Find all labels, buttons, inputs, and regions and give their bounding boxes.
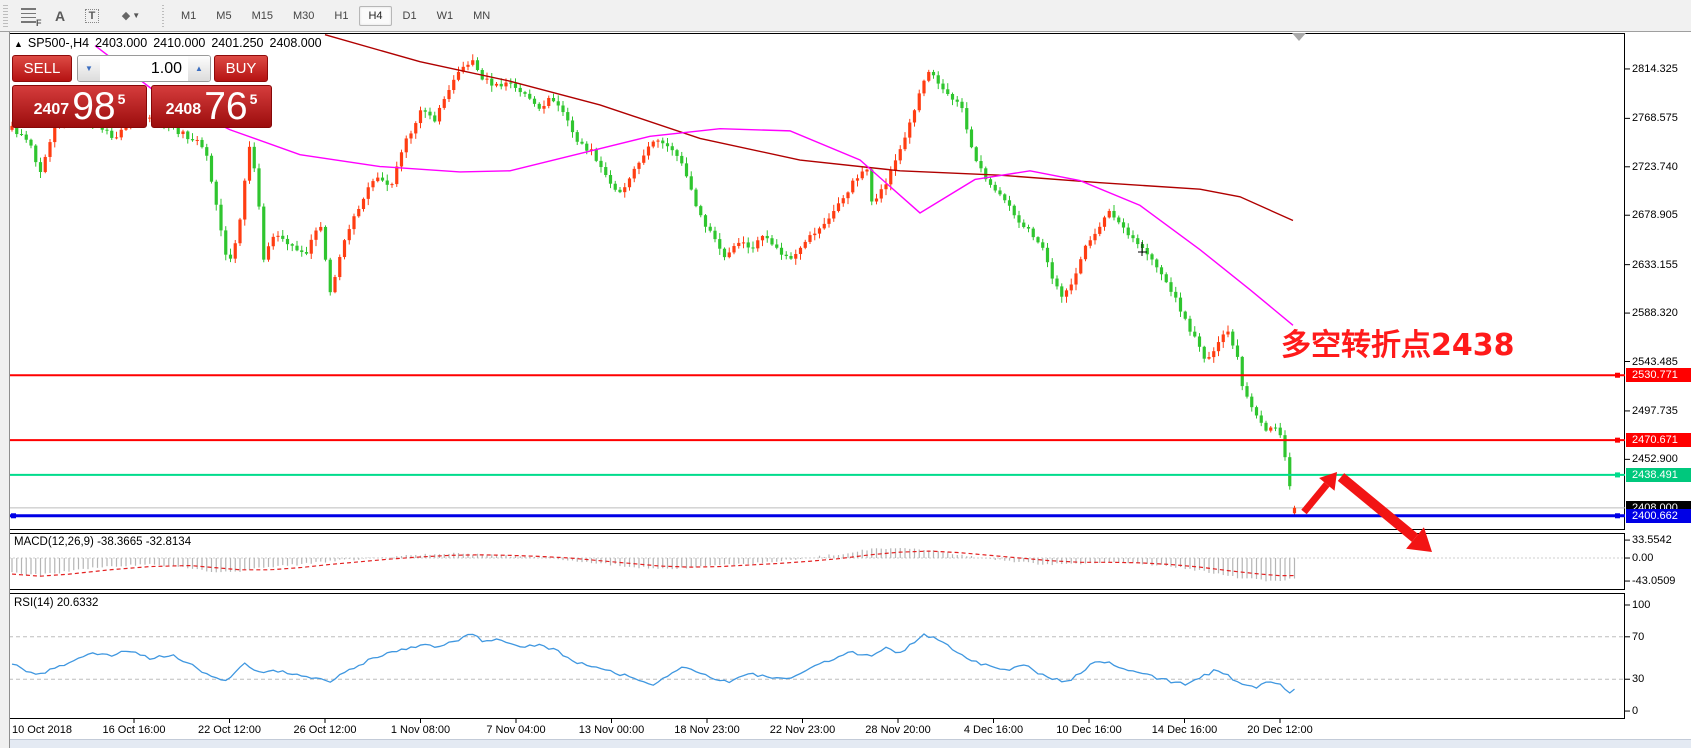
time-tick-label: 22 Oct 12:00 bbox=[198, 724, 261, 736]
one-click-trade-panel: SELL ▼ ▲ BUY 2407 98 5 2408 76 5 bbox=[12, 55, 274, 128]
macd-signal-value: -32.8134 bbox=[146, 536, 191, 548]
arrows-tool-icon[interactable]: ◆▼ bbox=[111, 4, 151, 28]
rsi-pane[interactable] bbox=[9, 634, 1625, 693]
macd-value: -38.3665 bbox=[97, 536, 142, 548]
price-tick: 2678.905 bbox=[1632, 209, 1678, 221]
price-tick: 2588.320 bbox=[1632, 307, 1678, 319]
price-badge: 2530.771 bbox=[1626, 368, 1691, 382]
window-footer-strip bbox=[0, 739, 1691, 748]
toolbar: F A T ◆▼ M1M5M15M30H1H4D1W1MN bbox=[0, 0, 1691, 32]
text-label-tool-icon[interactable]: A bbox=[47, 4, 73, 28]
trading-terminal-window: F A T ◆▼ M1M5M15M30H1H4D1W1MN ▲ SP500-,H4… bbox=[0, 0, 1691, 748]
timeframe-button-w1[interactable]: W1 bbox=[428, 6, 463, 26]
timeframe-button-d1[interactable]: D1 bbox=[394, 6, 426, 26]
chevron-down-icon: ▼ bbox=[132, 11, 140, 20]
bid-pipette: 5 bbox=[118, 91, 126, 107]
horizontal-line-2400.662[interactable] bbox=[9, 513, 1625, 518]
timeframe-button-m30[interactable]: M30 bbox=[284, 6, 323, 26]
sell-price-button[interactable]: 2407 98 5 bbox=[12, 85, 147, 128]
bid-pips: 98 bbox=[72, 89, 115, 125]
timeframe-button-m1[interactable]: M1 bbox=[172, 6, 205, 26]
low-value: 2401.250 bbox=[211, 36, 263, 50]
price-tick: 2768.575 bbox=[1632, 112, 1678, 124]
rsi-label: RSI(14) 20.6332 bbox=[14, 597, 98, 609]
volume-decrease-button[interactable]: ▼ bbox=[78, 56, 100, 81]
bid-integer: 2407 bbox=[34, 101, 70, 119]
price-tick: 2633.155 bbox=[1632, 259, 1678, 271]
rsi-axis-tick: 100 bbox=[1632, 599, 1650, 611]
time-tick-label: 4 Dec 16:00 bbox=[964, 724, 1023, 736]
rsi-value: 20.6332 bbox=[57, 597, 99, 609]
collapse-panel-icon[interactable]: ▲ bbox=[14, 39, 23, 49]
price-badge: 2400.662 bbox=[1626, 509, 1691, 523]
horizontal-line-2530.771[interactable] bbox=[9, 373, 1625, 378]
price-tick: 2543.485 bbox=[1632, 356, 1678, 368]
ask-integer: 2408 bbox=[166, 101, 202, 119]
timeframe-button-m15[interactable]: M15 bbox=[243, 6, 282, 26]
ask-pipette: 5 bbox=[250, 91, 258, 107]
timeframe-button-h4[interactable]: H4 bbox=[359, 6, 391, 26]
macd-axis-tick: 33.5542 bbox=[1632, 534, 1672, 546]
time-tick-label: 1 Nov 08:00 bbox=[391, 724, 450, 736]
price-badge: 2470.671 bbox=[1626, 433, 1691, 447]
price-tick: 2723.740 bbox=[1632, 161, 1678, 173]
rsi-axis-tick: 0 bbox=[1632, 705, 1638, 717]
time-tick-label: 26 Oct 12:00 bbox=[294, 724, 357, 736]
volume-input[interactable] bbox=[100, 56, 188, 81]
chart-header: ▲ SP500-,H4 2403.000 2410.000 2401.250 2408.0… bbox=[14, 36, 328, 50]
volume-stepper: ▼ ▲ bbox=[77, 55, 211, 82]
price-tick: 2814.325 bbox=[1632, 63, 1678, 75]
ask-pips: 76 bbox=[204, 89, 247, 125]
high-value: 2410.000 bbox=[153, 36, 205, 50]
time-tick-label: 20 Dec 12:00 bbox=[1247, 724, 1312, 736]
horizontal-line-2438.491[interactable] bbox=[9, 472, 1625, 477]
toolbar-separator bbox=[160, 5, 165, 27]
sell-button[interactable]: SELL bbox=[12, 55, 72, 82]
time-tick-label: 16 Oct 16:00 bbox=[103, 724, 166, 736]
time-tick-label: 22 Nov 23:00 bbox=[770, 724, 835, 736]
annotation-text[interactable]: 多空转折点2438 bbox=[1281, 320, 1515, 364]
volume-increase-button[interactable]: ▲ bbox=[188, 56, 210, 81]
timeframe-button-h1[interactable]: H1 bbox=[325, 6, 357, 26]
toolbar-grip[interactable] bbox=[3, 5, 8, 27]
left-panel-strip bbox=[0, 32, 10, 748]
fibonacci-tool-icon[interactable]: F bbox=[15, 4, 41, 28]
time-tick-label: 10 Dec 16:00 bbox=[1056, 724, 1121, 736]
symbol-period-label: SP500-,H4 bbox=[28, 36, 89, 50]
time-tick-label: 18 Nov 23:00 bbox=[674, 724, 739, 736]
price-tick: 2497.735 bbox=[1632, 405, 1678, 417]
price-badge: 2438.491 bbox=[1626, 468, 1691, 482]
macd-pane[interactable] bbox=[9, 548, 1625, 581]
chart-shift-marker-icon[interactable] bbox=[1292, 33, 1306, 41]
timeframe-button-mn[interactable]: MN bbox=[464, 6, 499, 26]
time-tick-label: 7 Nov 04:00 bbox=[486, 724, 545, 736]
macd-axis-tick: -43.0509 bbox=[1632, 575, 1675, 587]
time-tick-label: 13 Nov 00:00 bbox=[579, 724, 644, 736]
open-value: 2403.000 bbox=[95, 36, 147, 50]
rsi-axis-tick: 30 bbox=[1632, 673, 1644, 685]
timeframe-button-m5[interactable]: M5 bbox=[207, 6, 240, 26]
price-tick: 2452.900 bbox=[1632, 453, 1678, 465]
macd-axis-tick: 0.00 bbox=[1632, 552, 1653, 564]
fibonacci-grid-glyph: F bbox=[21, 8, 36, 23]
rsi-axis-tick: 70 bbox=[1632, 631, 1644, 643]
macd-label: MACD(12,26,9) -38.3665 -32.8134 bbox=[14, 536, 191, 548]
time-tick-label: 28 Nov 20:00 bbox=[865, 724, 930, 736]
horizontal-line-2470.671[interactable] bbox=[9, 438, 1625, 443]
time-tick-label: 14 Dec 16:00 bbox=[1152, 724, 1217, 736]
buy-button[interactable]: BUY bbox=[214, 55, 268, 82]
text-tool-icon[interactable]: T bbox=[79, 4, 105, 28]
timeframe-group: M1M5M15M30H1H4D1W1MN bbox=[171, 6, 500, 26]
time-tick-label: 10 Oct 2018 bbox=[12, 724, 72, 736]
close-value: 2408.000 bbox=[270, 36, 322, 50]
buy-price-button[interactable]: 2408 76 5 bbox=[151, 85, 272, 128]
